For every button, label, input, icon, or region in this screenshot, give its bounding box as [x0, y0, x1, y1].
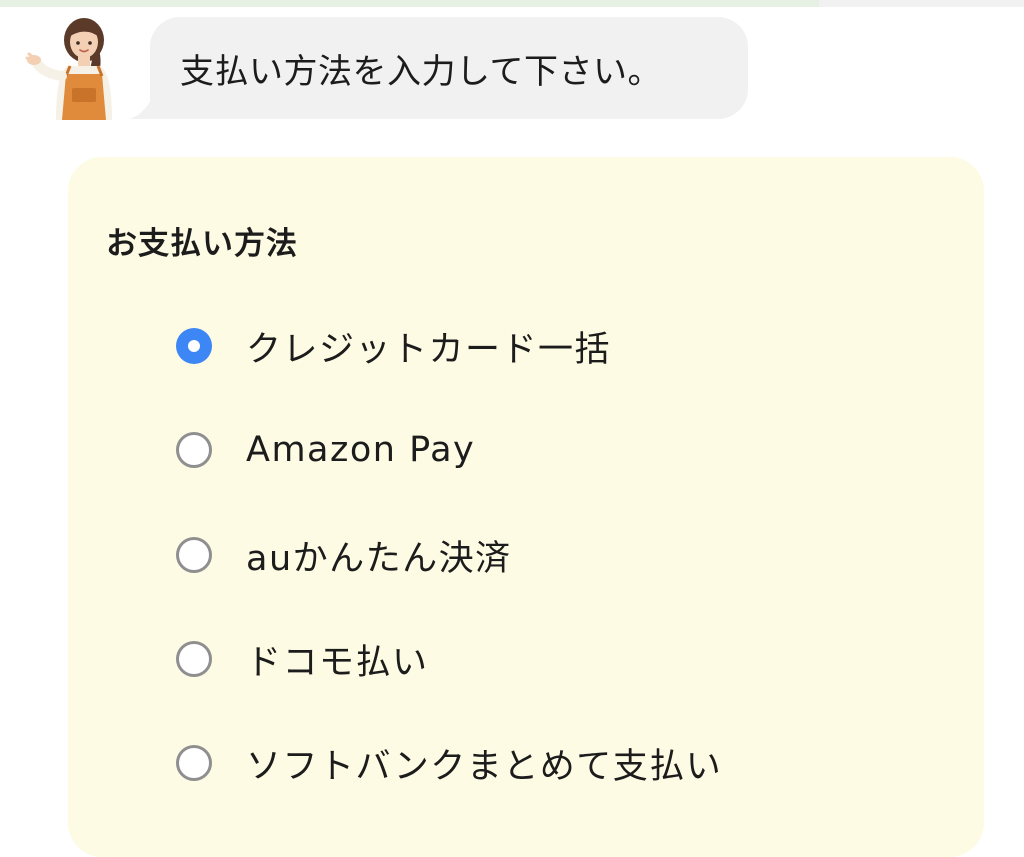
payment-option-amazon-pay[interactable]: Amazon Pay [176, 425, 475, 475]
radio-button[interactable] [176, 432, 212, 468]
payment-option-label: auかんたん決済 [246, 538, 512, 579]
payment-option-au-easy-payment[interactable]: auかんたん決済 [176, 530, 512, 580]
speech-bubble: 支払い方法を入力して下さい。 [150, 17, 748, 119]
payment-option-label: ソフトバンクまとめて支払い [246, 746, 723, 787]
shop-staff-avatar-icon [22, 10, 118, 122]
payment-method-heading: お支払い方法 [106, 226, 298, 262]
progress-fill [0, 0, 819, 7]
progress-bar [0, 0, 1024, 7]
progress-remaining [819, 0, 1024, 7]
payment-option-docomo[interactable]: ドコモ払い [176, 634, 429, 684]
payment-option-softbank[interactable]: ソフトバンクまとめて支払い [176, 738, 722, 788]
payment-option-label: クレジットカード一括 [246, 329, 612, 370]
radio-button[interactable] [176, 641, 212, 677]
payment-option-label: Amazon Pay [246, 430, 476, 470]
payment-option-credit-card[interactable]: クレジットカード一括 [176, 321, 611, 371]
payment-option-label: ドコモ払い [246, 642, 429, 683]
radio-button[interactable] [176, 537, 212, 573]
radio-button[interactable] [176, 745, 212, 781]
assistant-message: 支払い方法を入力して下さい。 [180, 51, 662, 92]
radio-button[interactable] [176, 328, 212, 364]
